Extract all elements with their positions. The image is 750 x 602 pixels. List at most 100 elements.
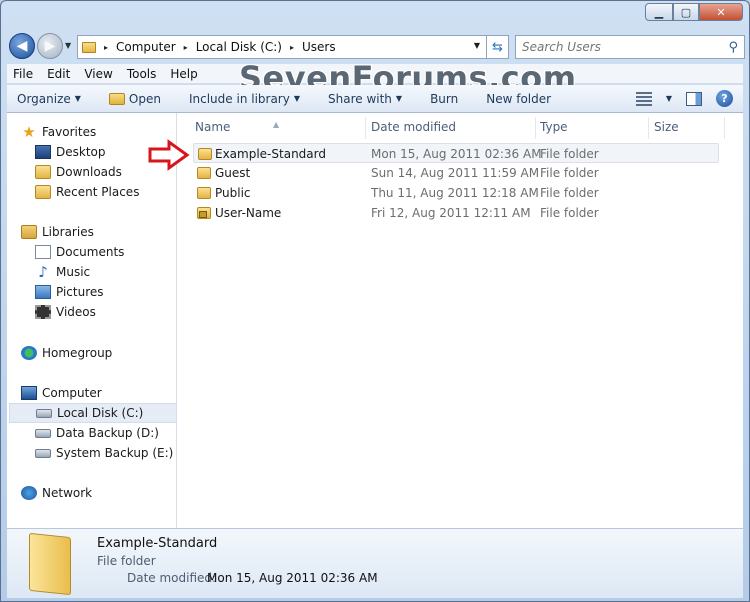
column-divider[interactable] (365, 117, 366, 139)
file-type: File folder (540, 206, 599, 220)
organize-button[interactable]: Organize ▼ (17, 92, 81, 106)
nav-favorites-label: Favorites (42, 125, 97, 139)
open-button[interactable]: Open (108, 92, 161, 106)
menu-view[interactable]: View (84, 67, 112, 81)
details-modified-value: Mon 15, Aug 2011 02:36 AM (207, 571, 378, 585)
menu-edit[interactable]: Edit (47, 67, 70, 81)
breadcrumb-separator-icon[interactable]: ▸ (180, 43, 192, 52)
nav-data-backup-label: Data Backup (D:) (56, 426, 159, 440)
hard-disk-icon (35, 428, 51, 438)
details-item-name: Example-Standard (97, 536, 218, 551)
nav-documents[interactable]: Documents (35, 242, 203, 262)
breadcrumb-separator-icon[interactable]: ▸ (100, 43, 112, 52)
command-bar: Organize ▼ Open Include in library ▼ Share… (7, 85, 743, 113)
nav-homegroup[interactable]: Homegroup (21, 343, 189, 363)
search-box[interactable]: ⚲ (515, 35, 745, 59)
folder-icon (82, 41, 96, 53)
breadcrumb-computer[interactable]: Computer (116, 40, 176, 54)
new-folder-button[interactable]: New folder (486, 92, 551, 106)
nav-libraries[interactable]: Libraries (21, 222, 189, 242)
nav-system-backup-e[interactable]: System Backup (E:) (35, 443, 203, 463)
nav-network-label: Network (42, 486, 93, 500)
close-button[interactable]: ✕ (699, 3, 743, 21)
file-date: Thu 11, Aug 2011 12:18 AM (371, 186, 539, 200)
pictures-icon (35, 285, 51, 299)
locked-folder-icon (197, 207, 211, 219)
nav-local-disk-c[interactable]: Local Disk (C:) (9, 403, 177, 423)
large-folder-icon (29, 532, 71, 596)
star-icon: ★ (22, 123, 36, 141)
nav-videos[interactable]: Videos (35, 302, 203, 322)
burn-button[interactable]: Burn (430, 92, 458, 106)
menu-help[interactable]: Help (170, 67, 197, 81)
search-icon[interactable]: ⚲ (728, 40, 738, 55)
file-row[interactable]: Guest Sun 14, Aug 2011 11:59 AM File fol… (193, 163, 719, 183)
maximize-button[interactable]: ▢ (673, 3, 699, 21)
breadcrumb-local-disk[interactable]: Local Disk (C:) (196, 40, 282, 54)
forward-arrow-icon: ▶ (44, 38, 56, 54)
view-controls: ▼ ? (635, 90, 733, 107)
share-with-button[interactable]: Share with ▼ (328, 92, 402, 106)
nav-data-backup-d[interactable]: Data Backup (D:) (35, 423, 203, 443)
file-row[interactable]: Public Thu 11, Aug 2011 12:18 AM File fo… (193, 183, 719, 203)
nav-documents-label: Documents (56, 245, 125, 259)
file-name: User-Name (215, 206, 282, 220)
breadcrumb-separator-icon[interactable]: ▸ (286, 43, 298, 52)
column-headers: ▲ Name Date modified Type Size (193, 117, 743, 139)
share-label: Share with (328, 91, 392, 106)
address-history-dropdown-icon[interactable]: ▼ (474, 41, 480, 50)
details-modified-label: Date modified: (127, 571, 217, 585)
file-type: File folder (540, 147, 599, 161)
nav-recent-places[interactable]: Recent Places (35, 182, 203, 202)
file-row[interactable]: Example-Standard Mon 15, Aug 2011 02:36 … (193, 143, 719, 163)
menu-file[interactable]: File (13, 67, 33, 81)
nav-recent-label: Recent Places (56, 185, 140, 199)
chevron-down-icon: ▼ (293, 94, 300, 103)
details-pane: Example-Standard File folder Date modifi… (7, 528, 743, 598)
computer-icon (21, 386, 37, 400)
nav-videos-label: Videos (56, 305, 96, 319)
sort-ascending-icon: ▲ (273, 120, 280, 129)
preview-pane-icon[interactable] (686, 91, 702, 106)
breadcrumb-users[interactable]: Users (302, 40, 336, 54)
change-view-icon[interactable] (635, 91, 652, 106)
column-name[interactable]: Name (195, 120, 230, 134)
refresh-button[interactable]: ⇆ (487, 35, 509, 59)
file-name: Example-Standard (215, 147, 326, 161)
search-input[interactable] (522, 40, 702, 54)
column-divider[interactable] (724, 117, 725, 139)
details-item-type: File folder (97, 554, 156, 568)
hard-disk-icon (36, 408, 52, 418)
nav-computer[interactable]: Computer (21, 383, 189, 403)
nav-music[interactable]: ♪ Music (35, 262, 203, 282)
menu-tools[interactable]: Tools (127, 67, 157, 81)
minimize-button[interactable]: ▁ (645, 3, 673, 21)
maximize-icon: ▢ (680, 5, 692, 19)
forward-button[interactable]: ▶ (37, 33, 63, 59)
back-button[interactable]: ◀ (9, 33, 35, 59)
column-date-modified[interactable]: Date modified (371, 120, 456, 134)
column-type[interactable]: Type (540, 120, 568, 134)
column-divider[interactable] (648, 117, 649, 139)
file-type: File folder (540, 186, 599, 200)
address-bar[interactable]: ▸ Computer ▸ Local Disk (C:) ▸ Users ▼ (77, 35, 487, 59)
include-in-library-button[interactable]: Include in library ▼ (189, 92, 300, 106)
nav-network[interactable]: Network (21, 483, 189, 503)
recent-pages-dropdown-icon[interactable]: ▼ (65, 41, 71, 50)
file-type: File folder (540, 166, 599, 180)
folder-icon (197, 187, 211, 199)
nav-computer-label: Computer (42, 386, 102, 400)
column-size[interactable]: Size (654, 120, 679, 134)
nav-pictures-label: Pictures (56, 285, 104, 299)
file-date: Fri 12, Aug 2011 12:11 AM (371, 206, 531, 220)
nav-pictures[interactable]: Pictures (35, 282, 203, 302)
include-label: Include in library (188, 91, 290, 106)
hard-disk-icon (35, 448, 51, 458)
open-folder-icon (108, 92, 125, 105)
minimize-icon: ▁ (654, 5, 664, 19)
view-options-chevron-icon[interactable]: ▼ (666, 94, 672, 103)
help-icon[interactable]: ? (716, 90, 733, 107)
file-date: Sun 14, Aug 2011 11:59 AM (371, 166, 540, 180)
column-divider[interactable] (535, 117, 536, 139)
file-row[interactable]: User-Name Fri 12, Aug 2011 12:11 AM File… (193, 203, 719, 223)
